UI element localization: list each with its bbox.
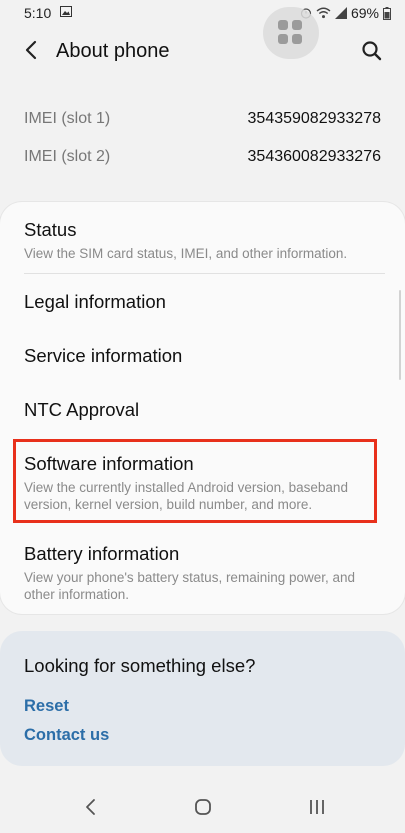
menu-item-title: Service information xyxy=(24,345,183,366)
imei-slot-1-value: 354359082933278 xyxy=(247,110,381,127)
suggestions-card: Looking for something else? Reset Contac… xyxy=(0,631,405,766)
imei-slot-1-row: IMEI (slot 1) 354359082933278 xyxy=(24,110,381,128)
menu-item-service-information[interactable]: Service information xyxy=(24,345,381,367)
back-arrow-icon[interactable] xyxy=(18,36,46,64)
signal-icon xyxy=(334,7,347,19)
suggestions-title: Looking for something else? xyxy=(24,655,256,676)
menu-item-status[interactable]: Status View the SIM card status, IMEI, a… xyxy=(24,219,381,262)
status-bar: 5:10 69% xyxy=(0,0,405,26)
imei-slot-2-row: IMEI (slot 2) 354360082933276 xyxy=(24,148,381,166)
menu-item-description: View the SIM card status, IMEI, and othe… xyxy=(24,246,348,261)
contact-us-link[interactable]: Contact us xyxy=(24,726,109,745)
search-icon[interactable] xyxy=(359,38,385,64)
imei-slot-2-label: IMEI (slot 2) xyxy=(24,148,111,165)
reset-link[interactable]: Reset xyxy=(24,697,69,716)
menu-item-legal-information[interactable]: Legal information xyxy=(24,291,381,313)
page-title: About phone xyxy=(56,40,170,62)
menu-item-battery-information[interactable]: Battery information View your phone's ba… xyxy=(24,543,381,603)
imei-slot-1-label: IMEI (slot 1) xyxy=(24,110,111,127)
menu-item-title: NTC Approval xyxy=(24,399,140,420)
home-nav-icon[interactable] xyxy=(194,797,212,817)
menu-item-title: Legal information xyxy=(24,291,166,312)
gallery-notification-icon xyxy=(60,6,72,17)
battery-icon xyxy=(383,6,391,20)
menu-item-ntc-approval[interactable]: NTC Approval xyxy=(24,399,381,421)
status-time: 5:10 xyxy=(24,5,52,21)
divider xyxy=(24,273,385,274)
recent-apps-icon[interactable] xyxy=(308,797,326,817)
highlight-annotation-box xyxy=(13,439,377,523)
menu-item-title: Status xyxy=(24,219,77,240)
back-nav-icon[interactable] xyxy=(83,797,99,817)
scrollbar[interactable] xyxy=(399,290,401,380)
imei-slot-2-value: 354360082933276 xyxy=(247,148,381,165)
navigation-bar xyxy=(0,787,405,833)
wifi-icon xyxy=(316,7,331,19)
menu-item-description: View your phone's battery status, remain… xyxy=(24,570,356,602)
battery-percent: 69% xyxy=(350,5,379,21)
menu-item-title: Battery information xyxy=(24,543,180,564)
app-header: About phone xyxy=(0,30,405,74)
